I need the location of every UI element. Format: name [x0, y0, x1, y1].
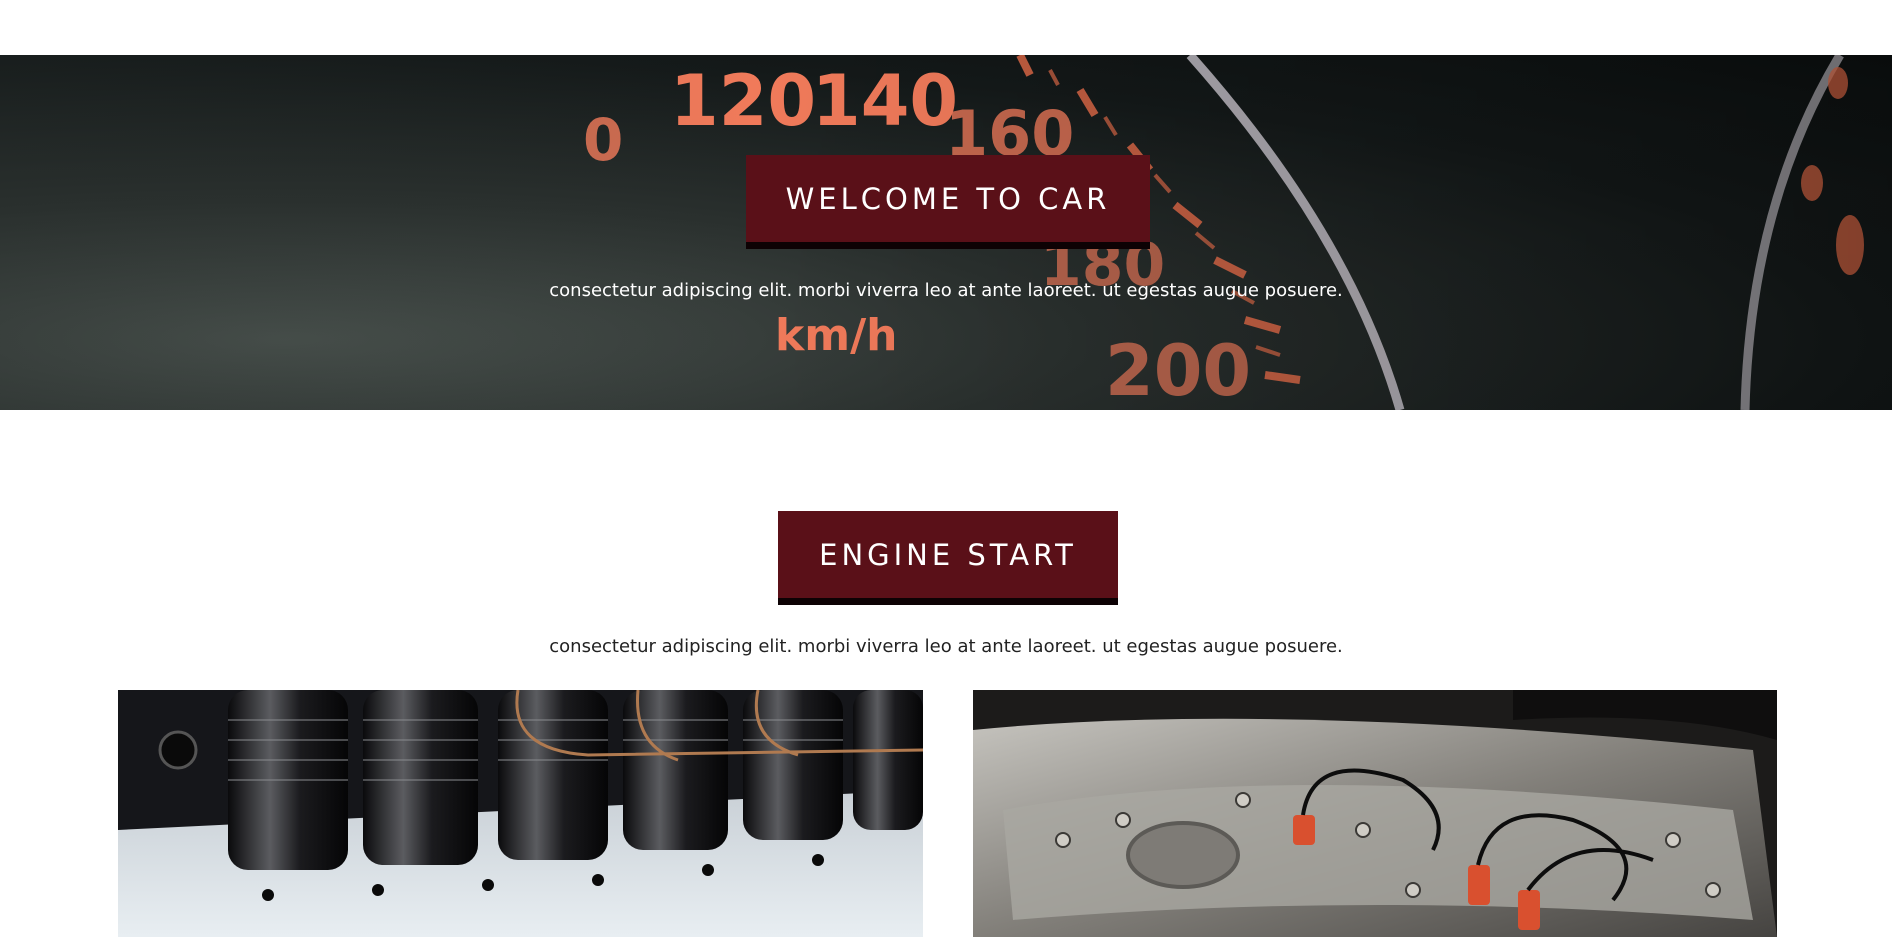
engine-bay-image — [973, 690, 1777, 937]
hero-banner: 0 120 140 160 180 200 km/h WELCOME TO CA… — [0, 55, 1892, 410]
hero-subtitle: consectetur adipiscing elit. morbi viver… — [549, 280, 1343, 301]
hero-title: WELCOME TO CAR — [746, 155, 1150, 249]
engine-photo-left — [118, 690, 923, 937]
engine-subtitle: consectetur adipiscing elit. morbi viver… — [549, 636, 1343, 657]
engine-title: ENGINE START — [778, 511, 1118, 605]
engine-photo-right — [973, 690, 1777, 937]
engine-cylinders-image — [118, 690, 923, 937]
page: 0 120 140 160 180 200 km/h WELCOME TO CA… — [0, 0, 1892, 937]
